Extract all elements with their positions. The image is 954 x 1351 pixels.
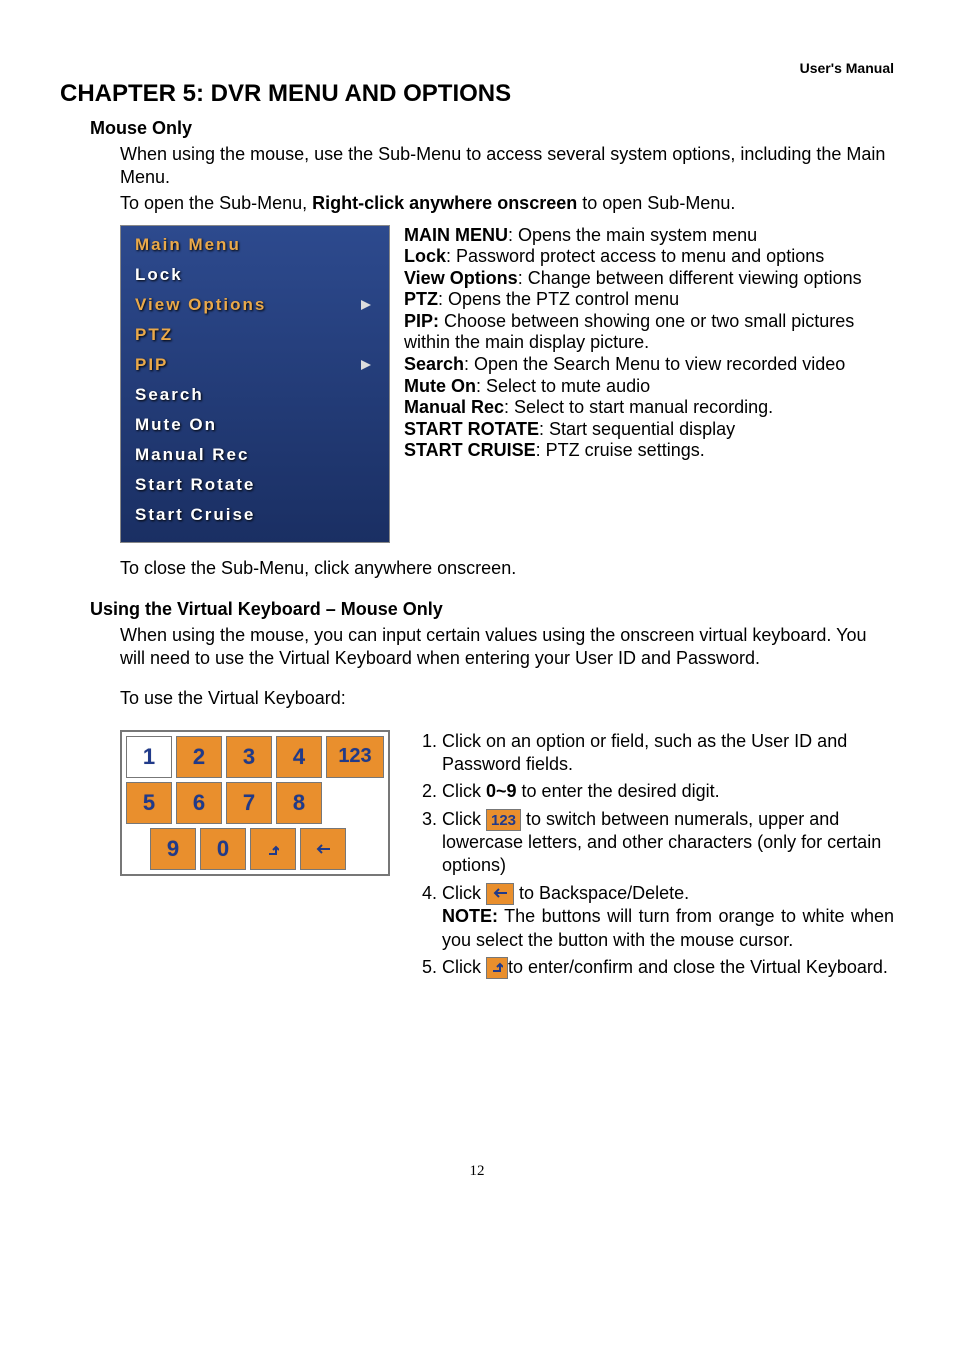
desc-ptz-t: : Opens the PTZ control menu xyxy=(438,289,679,309)
key-mode-123: 123 xyxy=(326,736,384,778)
step-2: Click 0~9 to enter the desired digit. xyxy=(442,780,894,803)
inline-123-icon: 123 xyxy=(486,809,521,831)
key-5: 5 xyxy=(126,782,172,824)
p2-a: To open the Sub-Menu, xyxy=(120,193,312,213)
step-4: Click to Backspace/Delete. NOTE: The but… xyxy=(442,882,894,952)
desc-cruise-t: : PTZ cruise settings. xyxy=(536,440,705,460)
key-4: 4 xyxy=(276,736,322,778)
submenu-search: Search xyxy=(121,380,389,410)
key-1: 1 xyxy=(126,736,172,778)
section2-p2: To use the Virtual Keyboard: xyxy=(120,687,894,710)
header-manual: User's Manual xyxy=(60,60,894,76)
section2-p1: When using the mouse, you can input cert… xyxy=(120,624,894,669)
enter-icon xyxy=(267,842,279,856)
chapter-title: CHAPTER 5: DVR MENU AND OPTIONS xyxy=(60,80,894,108)
desc-mute-t: : Select to mute audio xyxy=(476,376,650,396)
submenu-start-cruise: Start Cruise xyxy=(121,500,389,530)
desc-manrec-b: Manual Rec xyxy=(404,397,504,417)
desc-lock-b: Lock xyxy=(404,246,446,266)
inline-enter-icon xyxy=(486,957,508,979)
desc-pip-t: Choose between showing one or two small … xyxy=(404,311,854,353)
key-3: 3 xyxy=(226,736,272,778)
submenu-manual-rec: Manual Rec xyxy=(121,440,389,470)
desc-view-b: View Options xyxy=(404,268,518,288)
key-2: 2 xyxy=(176,736,222,778)
submenu-screenshot: Main Menu Lock View Options PTZ PIP Sear… xyxy=(120,225,390,543)
page-number: 12 xyxy=(60,1163,894,1180)
section1-title: Mouse Only xyxy=(90,118,894,139)
arrow-left-icon xyxy=(314,843,332,855)
desc-mute-b: Mute On xyxy=(404,376,476,396)
desc-manrec-t: : Select to start manual recording. xyxy=(504,397,773,417)
key-8: 8 xyxy=(276,782,322,824)
submenu-main-menu: Main Menu xyxy=(121,230,389,260)
key-enter xyxy=(250,828,296,870)
section1-p2: To open the Sub-Menu, Right-click anywhe… xyxy=(120,192,894,215)
submenu-start-rotate: Start Rotate xyxy=(121,470,389,500)
desc-main-menu-t: : Opens the main system menu xyxy=(508,225,757,245)
desc-ptz-b: PTZ xyxy=(404,289,438,309)
desc-pip-b: PIP: xyxy=(404,311,439,331)
key-0: 0 xyxy=(200,828,246,870)
note-b: NOTE: xyxy=(442,906,498,926)
section2-title: Using the Virtual Keyboard – Mouse Only xyxy=(90,599,894,620)
section1-close: To close the Sub-Menu, click anywhere on… xyxy=(120,557,894,580)
submenu-lock: Lock xyxy=(121,260,389,290)
chevron-right-icon xyxy=(361,360,371,370)
desc-main-menu-b: MAIN MENU xyxy=(404,225,508,245)
submenu-ptz: PTZ xyxy=(121,320,389,350)
desc-rotate-b: START ROTATE xyxy=(404,419,539,439)
desc-cruise-b: START CRUISE xyxy=(404,440,536,460)
step-1: Click on an option or field, such as the… xyxy=(442,730,894,777)
p2-b: Right-click anywhere onscreen xyxy=(312,193,577,213)
desc-rotate-t: : Start sequential display xyxy=(539,419,735,439)
key-6: 6 xyxy=(176,782,222,824)
steps-list: Click on an option or field, such as the… xyxy=(420,730,894,984)
step-5: Click to enter/confirm and close the Vir… xyxy=(442,956,894,979)
submenu-descriptions: MAIN MENU: Opens the main system menu Lo… xyxy=(404,225,894,543)
key-9: 9 xyxy=(150,828,196,870)
desc-search-b: Search xyxy=(404,354,464,374)
submenu-pip: PIP xyxy=(121,350,389,380)
virtual-keyboard-image: 1 2 3 4 123 5 6 7 8 9 0 xyxy=(120,730,390,876)
inline-arrow-left-icon xyxy=(486,883,514,905)
note-t: The buttons will turn from orange to whi… xyxy=(442,906,894,949)
key-7: 7 xyxy=(226,782,272,824)
submenu-mute-on: Mute On xyxy=(121,410,389,440)
section1-p1: When using the mouse, use the Sub-Menu t… xyxy=(120,143,894,188)
desc-lock-t: : Password protect access to menu and op… xyxy=(446,246,824,266)
desc-search-t: : Open the Search Menu to view recorded … xyxy=(464,354,845,374)
desc-view-t: : Change between different viewing optio… xyxy=(518,268,862,288)
key-backspace xyxy=(300,828,346,870)
submenu-view-options: View Options xyxy=(121,290,389,320)
chevron-right-icon xyxy=(361,300,371,310)
step-3: Click 123 to switch between numerals, up… xyxy=(442,808,894,878)
p2-c: to open Sub-Menu. xyxy=(577,193,735,213)
